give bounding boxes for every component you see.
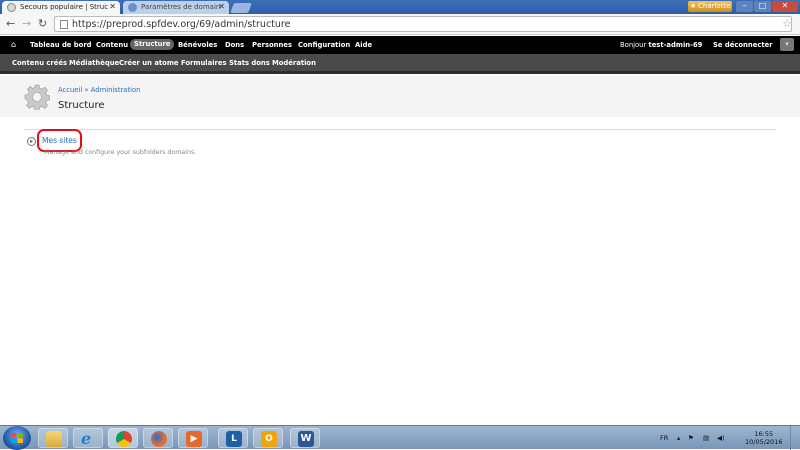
network-icon[interactable]: ▤ xyxy=(703,426,709,450)
tab-title: Paramètres de domain xyxy=(141,3,221,11)
new-tab-button[interactable] xyxy=(230,3,252,13)
user-greeting: Bonjour test-admin-69 xyxy=(620,36,702,54)
greeting-prefix: Bonjour xyxy=(620,41,649,49)
menu-aide[interactable]: Aide xyxy=(355,36,372,54)
menu-dons[interactable]: Dons xyxy=(225,36,244,54)
page-icon xyxy=(60,20,68,29)
system-clock[interactable]: 16:55 10/05/2016 xyxy=(745,430,782,446)
shortcut-contenu-crees[interactable]: Contenu créés xyxy=(12,54,67,72)
taskbar-explorer[interactable] xyxy=(38,428,68,448)
page-title: Structure xyxy=(58,100,105,111)
tab-secours-populaire[interactable]: Secours populaire | Struc ✕ xyxy=(2,1,120,14)
username[interactable]: test-admin-69 xyxy=(648,41,702,49)
shortcut-formulaires[interactable]: Formulaires xyxy=(181,54,227,72)
breadcrumb[interactable]: Accueil » Administration xyxy=(58,86,141,94)
gear-icon xyxy=(24,84,50,110)
logout-link[interactable]: Se déconnecter xyxy=(713,36,773,54)
profile-icon: ★ xyxy=(690,2,697,10)
volume-icon[interactable]: ◀) xyxy=(717,426,725,450)
menu-tableau-de-bord[interactable]: Tableau de bord xyxy=(30,36,92,54)
profile-name: Charlotte xyxy=(698,2,731,10)
taskbar-word[interactable]: W xyxy=(290,428,320,448)
mes-sites-description: Manage and configure your subfolders dom… xyxy=(44,149,197,156)
page-header: Accueil » Administration Structure xyxy=(0,76,800,117)
close-tab-icon[interactable]: ✕ xyxy=(109,1,116,13)
menu-structure[interactable]: Structure xyxy=(130,39,175,50)
taskbar-chrome[interactable] xyxy=(108,428,138,448)
windows-logo-icon xyxy=(11,433,23,443)
url-text: https://preprod.spfdev.org/69/admin/stru… xyxy=(72,19,291,30)
arrow-circle-icon: ▸ xyxy=(27,137,36,146)
taskbar-media-player[interactable]: ▶ xyxy=(178,428,208,448)
media-player-icon: ▶ xyxy=(186,431,202,447)
menu-benevoles[interactable]: Bénévoles xyxy=(178,36,217,54)
tab-title: Secours populaire | Struc xyxy=(20,3,109,11)
reload-icon[interactable]: ↻ xyxy=(38,17,47,31)
menu-contenu[interactable]: Contenu xyxy=(96,36,128,54)
clock-date: 10/05/2016 xyxy=(745,438,783,446)
close-window-button[interactable]: ✕ xyxy=(772,1,798,12)
shortcut-moderation[interactable]: Modération xyxy=(272,54,316,72)
maximize-button[interactable]: □ xyxy=(754,1,771,12)
star-icon[interactable]: ☆ xyxy=(782,17,792,31)
tab-parametres-domaine[interactable]: Paramètres de domain ✕ xyxy=(123,1,229,14)
close-tab-icon[interactable]: ✕ xyxy=(218,1,225,13)
browser-tab-strip: Secours populaire | Struc ✕ Paramètres d… xyxy=(0,0,800,14)
browser-toolbar: ← → ↻ https://preprod.spfdev.org/69/admi… xyxy=(0,14,800,35)
menu-configuration[interactable]: Configuration xyxy=(298,36,350,54)
chrome-icon xyxy=(116,431,132,447)
folder-icon xyxy=(46,431,62,447)
minimize-button[interactable]: – xyxy=(736,1,753,12)
lync-icon: L xyxy=(226,431,242,447)
outlook-icon: O xyxy=(261,431,277,447)
clock-time: 16:55 xyxy=(754,430,774,438)
taskbar-internet-explorer[interactable]: e xyxy=(73,428,103,448)
shortcut-creer-un-atome[interactable]: Créer un atome xyxy=(119,54,179,72)
taskbar-firefox[interactable] xyxy=(143,428,173,448)
taskbar-outlook[interactable]: O xyxy=(253,428,283,448)
site-favicon-icon xyxy=(7,3,16,12)
address-bar[interactable]: https://preprod.spfdev.org/69/admin/stru… xyxy=(54,16,792,32)
shortcut-bar: Contenu créés Médiathèque Créer un atome… xyxy=(0,54,800,74)
menu-personnes[interactable]: Personnes xyxy=(252,36,292,54)
show-hidden-icons-icon[interactable]: ▴ xyxy=(677,426,680,450)
shortcut-stats-dons[interactable]: Stats dons xyxy=(229,54,270,72)
home-icon[interactable]: ⌂ xyxy=(11,36,16,54)
firefox-icon xyxy=(151,431,167,447)
forward-icon[interactable]: → xyxy=(22,17,31,31)
word-icon: W xyxy=(298,431,314,447)
internet-explorer-icon: e xyxy=(81,429,92,448)
action-center-flag-icon[interactable]: ⚑ xyxy=(688,426,694,450)
show-desktop-button[interactable] xyxy=(790,426,800,450)
taskbar-lync[interactable]: L xyxy=(218,428,248,448)
site-favicon-icon xyxy=(128,3,137,12)
back-icon[interactable]: ← xyxy=(6,17,15,31)
content-divider xyxy=(24,129,776,130)
start-button[interactable] xyxy=(3,426,31,450)
windows-taskbar: e ▶ L O W FR ▴ ⚑ ▤ ◀) 16:55 10/05/2016 xyxy=(0,425,800,450)
language-indicator[interactable]: FR xyxy=(660,426,668,450)
shortcut-mediatheque[interactable]: Médiathèque xyxy=(69,54,119,72)
shortcuts-toggle-icon[interactable]: ▾ xyxy=(780,38,794,51)
admin-toolbar: ⌂ Tableau de bord Contenu Structure Béné… xyxy=(0,36,800,54)
profile-badge[interactable]: ★ Charlotte xyxy=(688,1,732,12)
